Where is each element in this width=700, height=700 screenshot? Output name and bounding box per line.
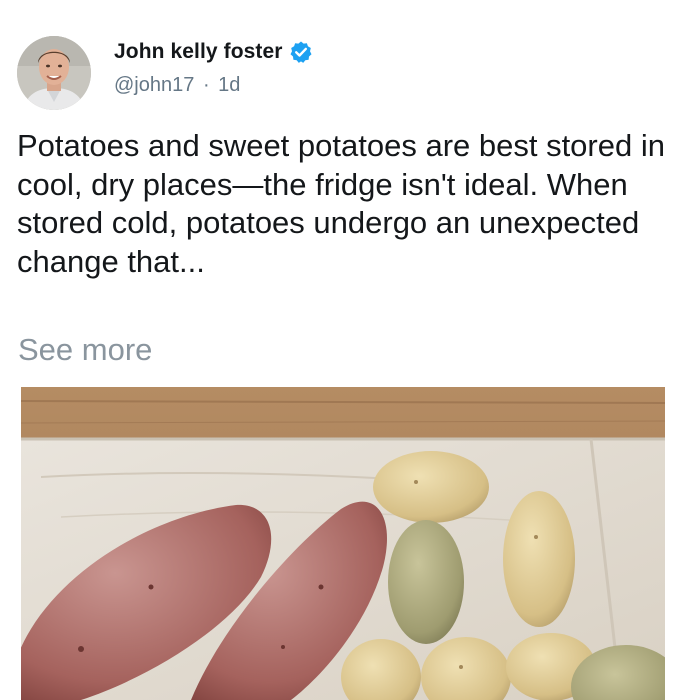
tweet-photo[interactable] [21, 387, 665, 700]
tweet-meta: @john17 · 1d [114, 74, 240, 97]
avatar[interactable] [17, 36, 91, 110]
author-name-row: John kelly foster [114, 40, 313, 64]
verified-badge-icon [289, 40, 313, 64]
author-name[interactable]: John kelly foster [114, 40, 283, 64]
meta-separator: · [202, 74, 210, 96]
tweet-timestamp[interactable]: 1d [218, 74, 240, 96]
tweet-text: Potatoes and sweet potatoes are best sto… [17, 128, 665, 279]
author-handle[interactable]: @john17 [114, 74, 194, 96]
see-more-link[interactable]: See more [18, 332, 152, 368]
tweet-header: John kelly foster @john17 · 1d [17, 36, 677, 112]
